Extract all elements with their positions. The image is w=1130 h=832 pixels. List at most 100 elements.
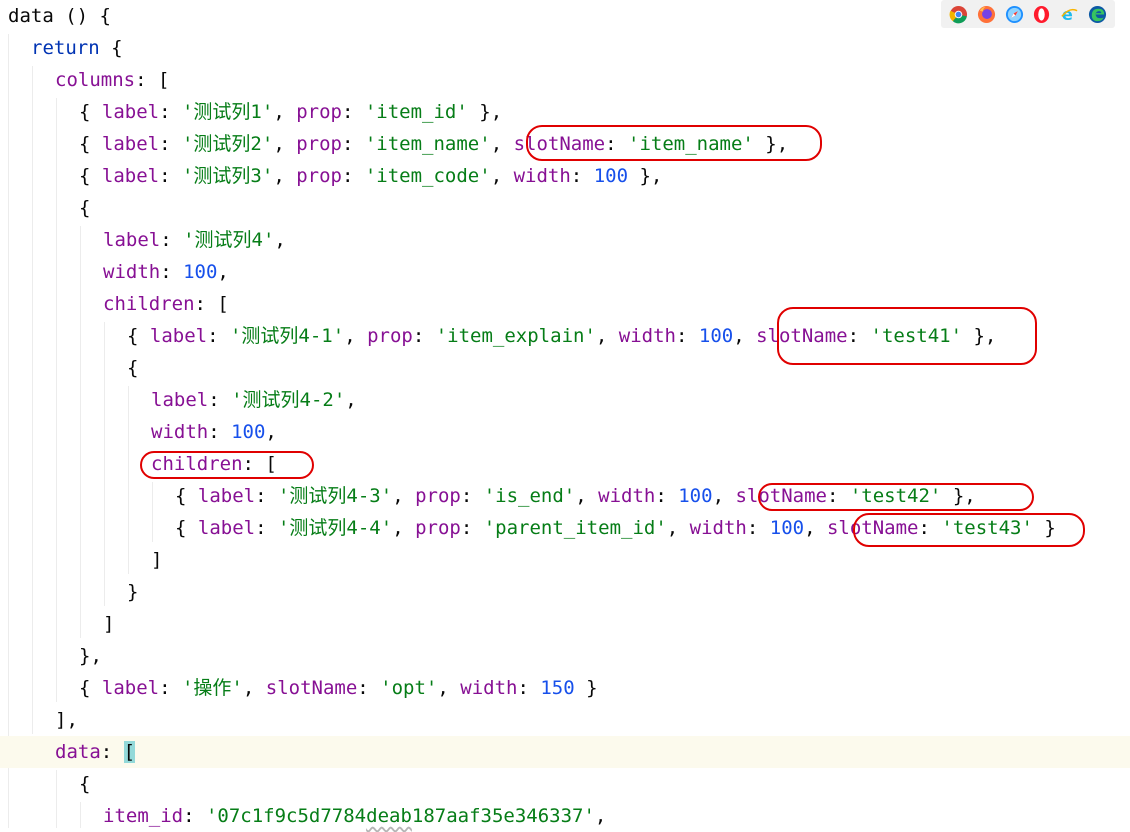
code-token: : — [412, 325, 436, 347]
code-editor[interactable]: data () { return { columns: [ { label: '… — [0, 0, 1130, 828]
code-token: width — [689, 517, 747, 539]
code-token: : — [160, 229, 184, 251]
code-line-12: { — [127, 352, 138, 384]
code-token: : — [159, 133, 182, 155]
code-token: : — [918, 517, 942, 539]
code-token: : — [357, 677, 381, 699]
line-3: columns: [ — [0, 64, 1130, 96]
code-line-3: columns: [ — [55, 64, 169, 96]
code-token: prop — [296, 133, 342, 155]
code-token: () { — [53, 5, 111, 27]
line-20: ] — [0, 608, 1130, 640]
code-token: : — [655, 485, 679, 507]
code-token: data — [8, 5, 54, 27]
line-17: { label: '测试列4-4', prop: 'parent_item_id… — [0, 512, 1130, 544]
code-token: } — [127, 581, 139, 603]
line-9: width: 100, — [0, 256, 1130, 288]
code-token: '测试列2' — [181, 133, 274, 155]
code-line-13: label: '测试列4-2', — [151, 384, 357, 416]
code-token: }, — [962, 325, 997, 347]
code-token: 'item_id' — [364, 101, 468, 123]
code-token: , — [273, 101, 297, 123]
code-token: 100 — [183, 261, 218, 283]
line-4: { label: '测试列1', prop: 'item_id' }, — [0, 96, 1130, 128]
code-token: 100 — [769, 517, 805, 539]
code-token: }, — [467, 101, 503, 123]
code-token: 'item_code' — [364, 165, 491, 187]
code-token: : — [847, 325, 871, 347]
code-token: prop — [415, 485, 461, 507]
firefox-icon[interactable] — [977, 5, 996, 24]
safari-icon[interactable] — [1005, 5, 1024, 24]
code-token: slotName — [265, 677, 358, 699]
code-line-2: return { — [31, 32, 123, 64]
code-token: width — [151, 421, 209, 443]
code-token: '测试列4-3' — [277, 485, 393, 507]
code-token: : — [159, 165, 182, 187]
code-line-21: }, — [79, 640, 102, 672]
code-token: { — [175, 517, 198, 539]
code-token: : — [208, 421, 232, 443]
code-token: , — [344, 325, 368, 347]
code-token: : [ — [242, 453, 277, 475]
code-token: { — [79, 133, 102, 155]
code-token: 'test43' — [941, 517, 1033, 539]
code-token: width — [103, 261, 161, 283]
code-token: , — [490, 133, 514, 155]
opera-icon[interactable] — [1032, 5, 1051, 24]
code-token: 100 — [678, 485, 713, 507]
code-token: 'item_name' — [364, 133, 491, 155]
line-8: label: '测试列4', — [0, 224, 1130, 256]
code-token: : — [460, 485, 484, 507]
line-10: children: [ — [0, 288, 1130, 320]
code-token: '测试列3' — [181, 165, 274, 187]
chrome-icon[interactable] — [949, 5, 968, 24]
code-token: : — [746, 517, 770, 539]
code-token: : — [341, 165, 365, 187]
code-token: 150 — [540, 677, 575, 699]
code-token: : — [341, 133, 365, 155]
code-line-22: { label: '操作', slotName: 'opt', width: 1… — [79, 672, 598, 704]
code-token: [ — [123, 741, 136, 763]
code-token: { — [99, 37, 123, 59]
ie-icon[interactable]: e — [1060, 5, 1079, 24]
code-token: : — [826, 485, 850, 507]
code-token: { — [79, 165, 102, 187]
code-token: label — [197, 485, 256, 507]
code-token: , — [345, 389, 357, 411]
code-token: : — [159, 101, 182, 123]
code-token: label — [101, 101, 160, 123]
code-line-20: ] — [103, 608, 114, 640]
line-7: { — [0, 192, 1130, 224]
code-token: label — [103, 229, 161, 251]
code-token: , — [273, 133, 297, 155]
code-token: , — [242, 677, 266, 699]
code-token: { — [175, 485, 198, 507]
code-token: slotName — [756, 325, 848, 347]
code-token: deab — [366, 805, 412, 827]
line-15: children: [ — [0, 448, 1130, 480]
code-line-25: { — [79, 768, 90, 800]
code-line-26: item_id: '07c1f9c5d7784deab187aaf35e3463… — [103, 800, 606, 832]
code-token: prop — [296, 165, 342, 187]
code-token: '操作' — [181, 677, 243, 699]
code-token: item_id — [103, 805, 184, 827]
line-14: width: 100, — [0, 416, 1130, 448]
line-21: }, — [0, 640, 1130, 672]
code-token: { — [79, 773, 91, 795]
code-token: { — [79, 677, 102, 699]
edge-icon[interactable] — [1088, 5, 1107, 24]
code-token: label — [101, 165, 160, 187]
code-token: '测试列4-2' — [231, 389, 346, 411]
code-token: , — [274, 229, 286, 251]
code-token: 100 — [698, 325, 734, 347]
code-token: }, — [941, 485, 976, 507]
code-token: { — [79, 101, 102, 123]
line-25: { — [0, 768, 1130, 800]
code-token: , — [575, 485, 599, 507]
code-line-18: ] — [151, 544, 162, 576]
code-token: '07c1f9c5d7784 — [205, 805, 367, 827]
line-19: } — [0, 576, 1130, 608]
code-token: width — [618, 325, 676, 347]
code-token: prop — [367, 325, 413, 347]
